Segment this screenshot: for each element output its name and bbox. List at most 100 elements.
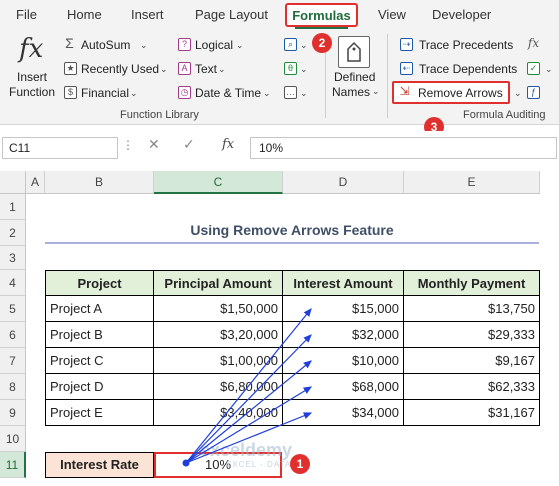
menu-page-layout[interactable]: Page Layout [195,7,268,22]
table-header-cell[interactable]: Monthly Payment [404,270,540,296]
group-label-formula-auditing: Formula Auditing [463,109,546,121]
chevron-down-icon[interactable]: ⌄ [545,64,553,75]
row-header-5[interactable]: 5 [0,296,26,322]
table-cell[interactable]: $3,20,000 [154,322,283,348]
insert-function-label-1: Insert [17,70,48,84]
column-header-d[interactable]: D [283,171,404,194]
name-tag-icon [338,36,370,68]
remove-arrows-button[interactable]: ⇲ Remove Arrows [392,81,510,104]
defined-names-label-1: Defined [334,70,376,84]
text-label: Text [195,62,218,76]
row-header-4[interactable]: 4 [0,270,26,296]
insert-function-label-2: Function [9,85,56,99]
interest-rate-label[interactable]: Interest Rate [45,452,154,478]
financial-book-icon: $ [64,86,77,99]
menu-bar: File Home Insert Page Layout Formulas Vi… [0,0,559,30]
evaluate-formula-icon[interactable]: ƒ [527,86,540,99]
remove-arrows-label: Remove Arrows [418,86,503,100]
table-cell[interactable]: Project C [45,348,154,374]
menu-file[interactable]: File [16,7,37,22]
table-cell[interactable]: $29,333 [404,322,540,348]
menu-formulas-tab[interactable]: Formulas [285,3,358,29]
chevron-down-icon: ⌄ [300,40,308,50]
table-cell[interactable]: $68,000 [283,374,404,400]
chevron-down-icon: ⌄ [300,88,308,98]
recently-used-label: Recently Used [81,62,160,76]
column-header-b[interactable]: B [45,171,154,194]
fx-icon: fx [19,34,44,64]
row-header-10[interactable]: 10 [0,426,26,452]
row-header-3[interactable]: 3 [0,246,26,270]
cancel-icon[interactable]: ✕ [148,136,160,153]
star-book-icon: ★ [64,62,77,75]
table-cell[interactable]: $62,333 [404,374,540,400]
row-header-11[interactable]: 11 [0,452,26,478]
autosum-label: AutoSum [81,38,131,52]
more-functions-icon: … [284,86,297,99]
menu-view[interactable]: View [378,7,406,22]
chevron-down-icon: ⌄ [218,64,226,74]
watermark-brand: exceldemy [200,440,293,460]
group-label-function-library: Function Library [120,109,199,121]
chevron-down-icon: ⌄ [263,88,271,98]
table-cell[interactable]: Project B [45,322,154,348]
chevron-down-icon: ⌄ [300,64,308,74]
table-header-cell[interactable]: Principal Amount [154,270,283,296]
error-checking-icon[interactable]: ✓ [527,62,540,75]
table-header-cell[interactable]: Project [45,270,154,296]
remove-arrows-dropdown-icon[interactable]: ⌄ [514,88,522,99]
show-formulas-icon[interactable]: fx [527,37,540,51]
trace-dependents-label: Trace Dependents [419,62,518,76]
row-header-7[interactable]: 7 [0,348,26,374]
menu-insert[interactable]: Insert [131,7,164,22]
text-book-icon: A [178,62,191,75]
table-cell[interactable]: Project E [45,400,154,426]
more-dots-icon: ⋮ [122,138,134,152]
chevron-down-icon: ⌄ [372,86,380,96]
menu-formulas[interactable]: Formulas [287,8,356,23]
row-header-8[interactable]: 8 [0,374,26,400]
sigma-icon: Σ [65,35,74,51]
table-cell[interactable]: $9,167 [404,348,540,374]
date-time-label: Date & Time [195,86,262,100]
column-header-e[interactable]: E [404,171,540,194]
table-cell[interactable]: Project D [45,374,154,400]
menu-home[interactable]: Home [67,7,102,22]
table-cell[interactable]: $1,50,000 [154,296,283,322]
magnifier-book-icon: ⌕ [284,38,297,51]
table-header-cell[interactable]: Interest Amount [283,270,404,296]
enter-check-icon[interactable]: ✓ [183,136,195,153]
title-underline [45,242,539,244]
table-cell[interactable]: $10,000 [283,348,404,374]
table-cell[interactable]: $6,80,000 [154,374,283,400]
remove-arrows-icon: ⇲ [399,84,410,98]
step-badge-2: 2 [312,33,332,53]
table-cell[interactable]: $3,40,000 [154,400,283,426]
table-cell[interactable]: $31,167 [404,400,540,426]
table-cell[interactable]: $15,000 [283,296,404,322]
ribbon: fx Insert Function Σ AutoSum ⌄ ★ Recentl… [0,30,559,125]
row-header-9[interactable]: 9 [0,400,26,426]
name-box[interactable]: C11 [2,137,118,159]
financial-label: Financial [81,86,130,100]
table-cell[interactable]: $1,00,000 [154,348,283,374]
chevron-down-icon: ⌄ [140,40,148,50]
row-header-2[interactable]: 2 [0,220,26,246]
defined-names-label-2: Names [332,85,371,99]
row-header-6[interactable]: 6 [0,322,26,348]
trace-precedents-label: Trace Precedents [419,38,514,52]
formula-input[interactable]: 10% [250,137,557,159]
insert-function-fx-icon[interactable]: fx [222,137,234,152]
column-header-a[interactable]: A [26,171,45,194]
table-cell[interactable]: $13,750 [404,296,540,322]
sheet-title: Using Remove Arrows Feature [190,222,394,238]
logical-label: Logical [195,38,234,52]
select-all-corner[interactable] [0,171,26,194]
row-header-1[interactable]: 1 [0,194,26,220]
menu-developer[interactable]: Developer [432,7,491,22]
table-cell[interactable]: Project A [45,296,154,322]
table-cell[interactable]: $32,000 [283,322,404,348]
chevron-down-icon: ⌄ [160,64,168,74]
column-header-c[interactable]: C [154,171,283,194]
table-cell[interactable]: $34,000 [283,400,404,426]
